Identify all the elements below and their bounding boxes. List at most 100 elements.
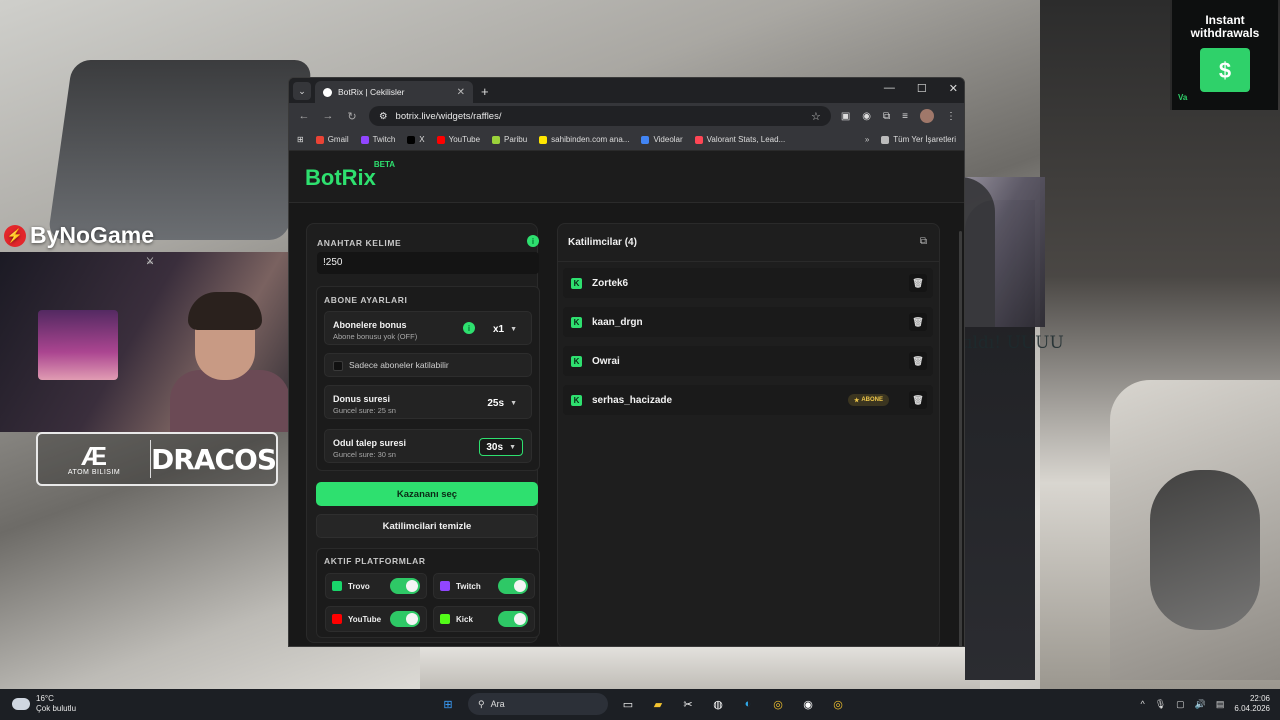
keyword-input[interactable]: !250 bbox=[317, 252, 539, 274]
botrix-logo[interactable]: BotRixBETA bbox=[305, 160, 397, 191]
close-tab-icon[interactable]: ✕ bbox=[457, 87, 465, 98]
platform-name: Kick bbox=[456, 614, 473, 624]
chrome-icon[interactable]: ◎ bbox=[768, 694, 788, 714]
youtube-toggle[interactable] bbox=[390, 611, 420, 627]
scrollbar[interactable] bbox=[959, 231, 962, 646]
bookmark-4[interactable]: Paribu bbox=[492, 135, 527, 144]
search-label: Ara bbox=[490, 699, 505, 709]
display-icon[interactable]: ▢ bbox=[1176, 699, 1185, 710]
sub-bonus-row: Abonelere bonus Abone bonusu yok (OFF) i… bbox=[324, 311, 532, 345]
capcut-icon[interactable]: ✂ bbox=[678, 694, 698, 714]
bookmark-6[interactable]: Videolar bbox=[641, 135, 683, 144]
edge-icon[interactable]: ◐ bbox=[738, 694, 758, 714]
mic-icon[interactable]: 🎙 bbox=[1155, 699, 1166, 710]
network-icon[interactable]: ▤ bbox=[1216, 699, 1225, 710]
star-icon: ★ bbox=[853, 397, 860, 404]
bookmark-star-icon[interactable]: ☆ bbox=[811, 110, 821, 123]
trash-icon[interactable]: 🗑 bbox=[909, 391, 927, 409]
bonus-time-select[interactable]: 25s ▼ bbox=[481, 394, 523, 412]
trovo-toggle[interactable] bbox=[390, 578, 420, 594]
bookmark-7[interactable]: Valorant Stats, Lead... bbox=[694, 135, 785, 144]
apps-icon[interactable]: ⊞ bbox=[297, 135, 304, 144]
claim-time-title: Odul talep suresi bbox=[333, 438, 407, 448]
chevron-down-icon: ▼ bbox=[510, 325, 517, 333]
tab-botrix[interactable]: BotRix | Cekilisler ✕ bbox=[315, 81, 473, 103]
all-bookmarks[interactable]: Tüm Yer İşaretleri bbox=[881, 135, 956, 144]
platform-youtube: YouTube bbox=[325, 606, 427, 632]
kick-toggle[interactable] bbox=[498, 611, 528, 627]
bookmark-5[interactable]: sahibinden.com ana... bbox=[539, 135, 629, 144]
media-icon[interactable]: ≡ bbox=[902, 111, 908, 122]
only-subs-row[interactable]: Sadece aboneler katilabilir bbox=[324, 353, 532, 377]
chrome-active-icon[interactable]: ◎ bbox=[828, 694, 848, 714]
forward-icon[interactable]: → bbox=[321, 110, 335, 122]
volume-icon[interactable]: 🔊 bbox=[1195, 699, 1206, 710]
all-bookmarks-label: Tüm Yer İşaretleri bbox=[893, 135, 956, 144]
obs-icon[interactable]: ◉ bbox=[798, 694, 818, 714]
trash-icon[interactable]: 🗑 bbox=[909, 274, 927, 292]
kick-icon: K bbox=[571, 394, 582, 406]
pc-rig bbox=[38, 310, 118, 380]
steam-icon[interactable]: ◍ bbox=[708, 694, 728, 714]
temperature: 16°C bbox=[36, 694, 54, 703]
minimize-icon[interactable]: — bbox=[884, 82, 895, 95]
copy-icon[interactable]: ⧉ bbox=[920, 236, 927, 247]
only-subs-checkbox[interactable] bbox=[333, 361, 343, 371]
weather-widget[interactable]: 16°C Çok bulutlu bbox=[12, 694, 76, 714]
botrix-page: BotRixBETA ANAHTAR KELIME i !250 ABONE A… bbox=[289, 151, 964, 646]
site-info-icon[interactable]: ⚙ bbox=[379, 111, 388, 122]
participants-panel: Katilimcilar (4) ⧉ K Zortek6 🗑 Kkaan_drgn 🗑… bbox=[557, 223, 940, 646]
participant-name: Zortek6 bbox=[592, 277, 629, 289]
botrix-favicon-icon bbox=[323, 87, 332, 97]
trash-icon[interactable]: 🗑 bbox=[909, 313, 927, 331]
profile-avatar[interactable] bbox=[920, 109, 934, 123]
twitch-icon bbox=[440, 581, 450, 591]
clear-participants-button[interactable]: Katilimcilari temizle bbox=[316, 514, 538, 538]
bookmark-0[interactable]: Gmail bbox=[315, 135, 349, 144]
address-bar[interactable]: ⚙ botrix.live/widgets/raffles/ ☆ bbox=[369, 106, 831, 126]
bookmark-label: YouTube bbox=[448, 135, 481, 144]
bookmark-2[interactable]: X bbox=[407, 135, 425, 144]
trash-icon[interactable]: 🗑 bbox=[909, 352, 927, 370]
twitch-icon bbox=[360, 135, 369, 144]
claim-time-select[interactable]: 30s ▼ bbox=[479, 438, 523, 456]
bonus-time-title: Donus suresi bbox=[333, 394, 391, 404]
folder-icon bbox=[881, 135, 890, 144]
new-tab-icon[interactable]: + bbox=[481, 84, 489, 99]
menu-icon[interactable]: ⋮ bbox=[946, 111, 956, 122]
participant-row: K Zortek6 🗑 bbox=[563, 268, 933, 298]
windows-start-icon[interactable]: ⊞ bbox=[438, 694, 458, 714]
tab-search-icon[interactable]: ⌄ bbox=[293, 82, 311, 100]
maximize-icon[interactable]: ☐ bbox=[917, 82, 927, 95]
streamer-webcam: ⚔ bbox=[0, 252, 300, 432]
close-window-icon[interactable]: ✕ bbox=[949, 82, 958, 95]
pick-winner-button[interactable]: Kazananı seç bbox=[316, 482, 538, 506]
chevron-up-icon[interactable]: ^ bbox=[1140, 699, 1144, 709]
door-handle bbox=[1150, 470, 1260, 630]
participant-row: Kkaan_drgn 🗑 bbox=[563, 307, 933, 337]
back-icon[interactable]: ← bbox=[297, 110, 311, 122]
atom-mark-icon: Æ bbox=[81, 440, 108, 471]
sub-bonus-info-icon[interactable]: i bbox=[463, 322, 475, 334]
claim-time-sub: Guncel sure: 30 sn bbox=[333, 450, 396, 459]
puzzle-icon[interactable]: ⧉ bbox=[883, 111, 890, 122]
extension-icon[interactable]: ▣ bbox=[841, 111, 850, 122]
extension-blue-icon[interactable]: ◉ bbox=[862, 111, 871, 122]
instant-sub: Va bbox=[1178, 93, 1188, 102]
participant-name: serhas_hacizade bbox=[592, 394, 673, 406]
more-bookmarks-icon[interactable]: » bbox=[865, 135, 869, 144]
bookmark-1[interactable]: Twitch bbox=[360, 135, 395, 144]
file-explorer-icon[interactable]: ▰ bbox=[648, 694, 668, 714]
reload-icon[interactable]: ↻ bbox=[345, 110, 359, 123]
sub-bonus-select[interactable]: x1 ▼ bbox=[487, 320, 523, 338]
keyword-info-icon[interactable]: i bbox=[527, 235, 539, 247]
nav-bar: ← → ↻ ⚙ botrix.live/widgets/raffles/ ☆ ▣… bbox=[289, 103, 964, 129]
instant-title: Instant withdrawals bbox=[1190, 13, 1260, 40]
twitch-toggle[interactable] bbox=[498, 578, 528, 594]
taskbar-search[interactable]: ⚲ Ara bbox=[468, 693, 608, 715]
date: 6.04.2026 bbox=[1234, 704, 1270, 713]
clock[interactable]: 22:06 6.04.2026 bbox=[1234, 694, 1270, 714]
task-view-icon[interactable]: ▭ bbox=[618, 694, 638, 714]
participants-title: Katilimcilar (4) bbox=[558, 224, 939, 262]
bookmark-3[interactable]: YouTube bbox=[436, 135, 481, 144]
